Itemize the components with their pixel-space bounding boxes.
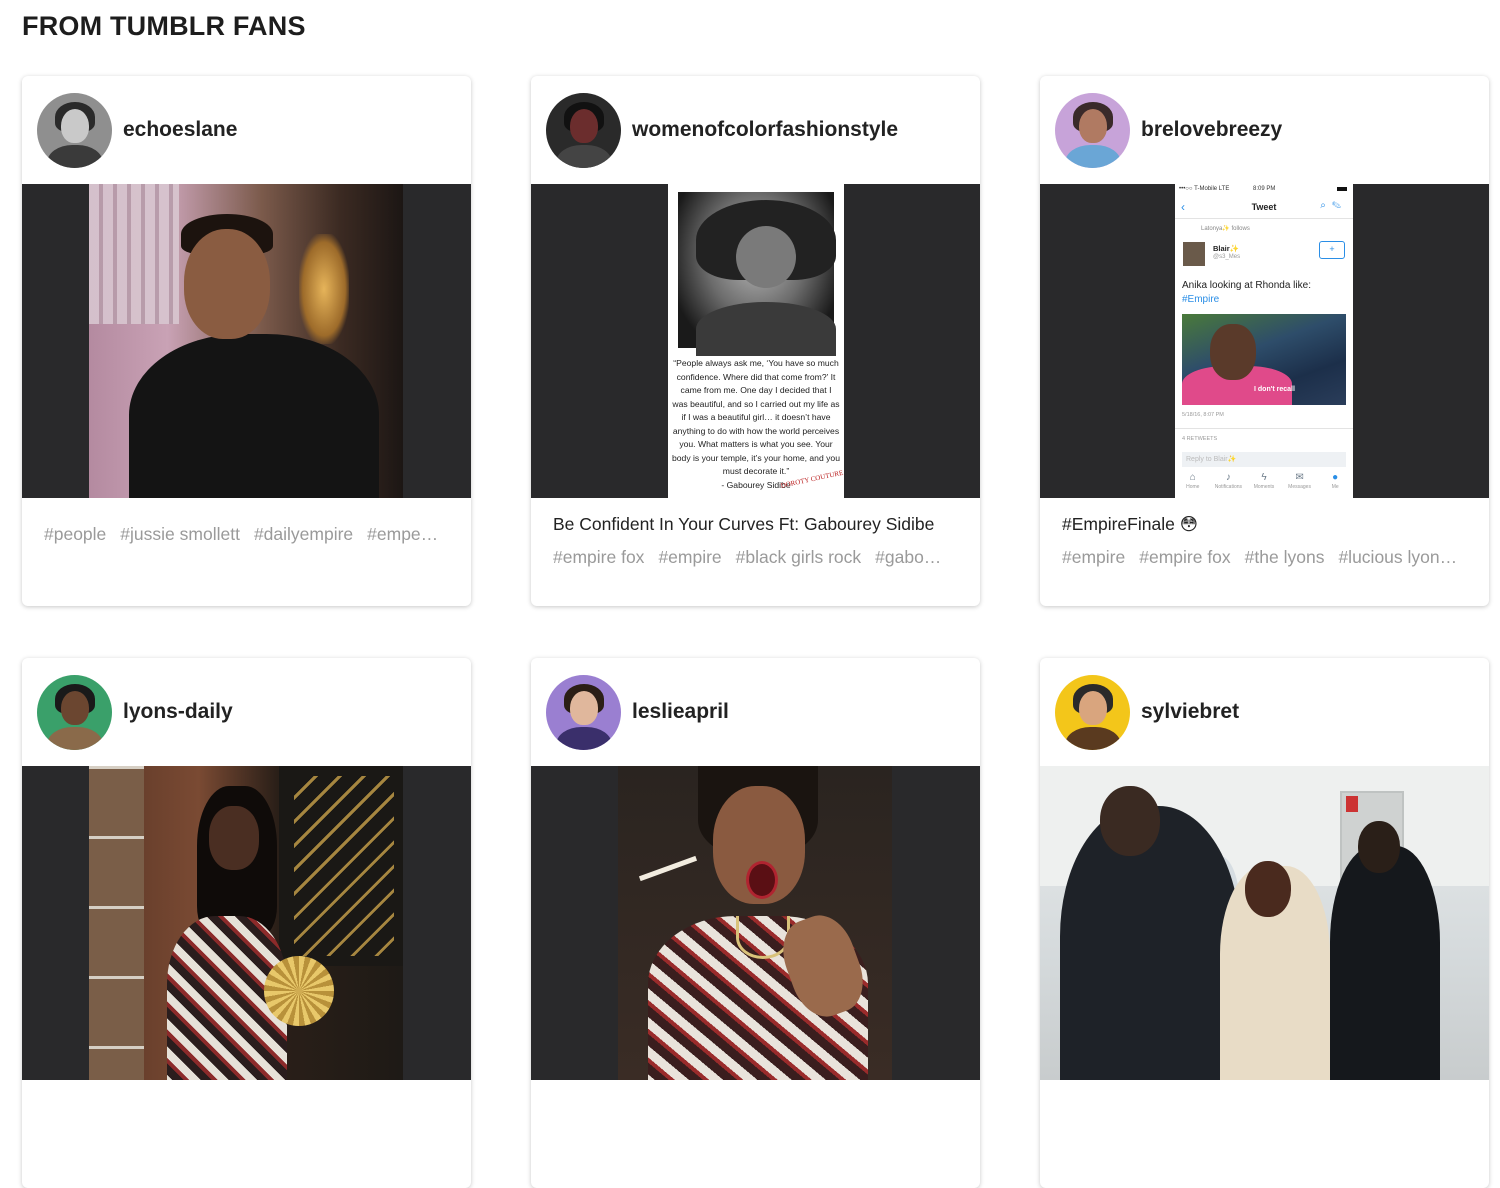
portrait-photo	[678, 192, 836, 356]
tag-link[interactable]: #the lyons	[1245, 547, 1325, 567]
tag-link[interactable]: #jussie smollett	[120, 524, 240, 544]
section-title: FROM TUMBLR FANS	[22, 11, 306, 41]
post-card-lyons-daily[interactable]: lyons-daily	[22, 658, 471, 1188]
post-card-womenofcolorfashionstyle[interactable]: womenofcolorfashionstyle “People always …	[531, 76, 980, 606]
post-photo	[89, 184, 403, 498]
tag-link[interactable]: #gabo…	[875, 547, 941, 567]
post-image[interactable]	[22, 184, 471, 498]
tweet-author-name: Blair✨	[1213, 244, 1240, 253]
tag-list: #people #jussie smollett #dailyempire #empe…	[44, 524, 449, 545]
post-image[interactable]	[1040, 766, 1489, 1080]
search-compose-icons: ⌕✎	[1320, 200, 1347, 211]
avatar[interactable]	[37, 92, 112, 168]
avatar[interactable]	[546, 674, 621, 750]
post-card-echoeslane[interactable]: echoeslane #people #jussie smollett #daily…	[22, 76, 471, 606]
avatar[interactable]	[546, 92, 621, 168]
username[interactable]: brelovebreezy	[1141, 118, 1282, 142]
bell-icon: ♪	[1225, 472, 1231, 483]
tag-link[interactable]: #empire fox	[553, 547, 644, 567]
tag-link[interactable]: #black girls rock	[736, 547, 861, 567]
me-tab: ● Me	[1320, 472, 1350, 496]
tweet-text: Anika looking at Rhonda like:	[1182, 280, 1311, 291]
post-card-sylviebret[interactable]: sylviebret	[1040, 658, 1489, 1188]
status-time: 8:09 PM	[1253, 186, 1276, 192]
follow-icon: +	[1319, 241, 1345, 259]
post-image[interactable]	[22, 766, 471, 1080]
reply-field: Reply to Blair✨	[1182, 452, 1346, 467]
username[interactable]: leslieapril	[632, 700, 729, 724]
envelope-icon: ✉	[1295, 472, 1304, 483]
tag-list: #empire fox #empire #black girls rock #gabo…	[553, 547, 958, 568]
tweet-author-avatar	[1183, 242, 1205, 266]
avatar[interactable]	[1055, 674, 1130, 750]
tag-link[interactable]: #people	[44, 524, 106, 544]
tag-link[interactable]: #empire fox	[1139, 547, 1230, 567]
quote-graphic: “People always ask me, ‘You have so much…	[668, 184, 844, 498]
post-caption: Be Confident In Your Curves Ft: Gabourey…	[553, 514, 935, 534]
post-header: lyons-daily	[22, 658, 471, 766]
tweet-image: I don't recall	[1182, 314, 1346, 405]
person-icon: ●	[1332, 472, 1339, 483]
username[interactable]: womenofcolorfashionstyle	[632, 118, 898, 142]
messages-tab: ✉ Messages	[1285, 472, 1315, 496]
post-caption: #EmpireFinale 😳	[1062, 514, 1198, 534]
post-header: brelovebreezy	[1040, 76, 1489, 184]
username[interactable]: lyons-daily	[123, 700, 233, 724]
username[interactable]: echoeslane	[123, 118, 237, 142]
home-icon: ⌂	[1189, 472, 1196, 483]
tweet-hashtag: #Empire	[1182, 294, 1220, 305]
battery-icon	[1337, 187, 1347, 191]
tag-link[interactable]: #empe…	[367, 524, 438, 544]
home-tab: ⌂ Home	[1178, 472, 1208, 496]
tweet-date: 5/18/16, 8:07 PM	[1182, 412, 1224, 418]
lightning-icon: ϟ	[1261, 472, 1267, 483]
post-card-leslieapril[interactable]: leslieapril	[531, 658, 980, 1188]
retweet-count: 4 RETWEETS	[1182, 436, 1218, 442]
post-header: womenofcolorfashionstyle	[531, 76, 980, 184]
post-image[interactable]: •••○○ T-Mobile LTE 8:09 PM ‹ Tweet ⌕✎ La…	[1040, 184, 1489, 498]
quote-body: “People always ask me, ‘You have so much…	[672, 358, 840, 476]
notifications-tab: ♪ Notifications	[1214, 472, 1242, 490]
quote-text: “People always ask me, ‘You have so much…	[672, 357, 840, 492]
tag-link[interactable]: #lucious lyon…	[1338, 547, 1457, 567]
username[interactable]: sylviebret	[1141, 700, 1239, 724]
tweet-screenshot: •••○○ T-Mobile LTE 8:09 PM ‹ Tweet ⌕✎ La…	[1175, 184, 1353, 498]
tag-link[interactable]: #empire	[658, 547, 721, 567]
carrier-text: •••○○ T-Mobile LTE	[1179, 186, 1230, 192]
post-image[interactable]	[531, 766, 980, 1080]
twitter-tab-bar: ⌂ Home ♪ Notifications ϟ Moments ✉ Messages …	[1175, 472, 1353, 496]
tweet-image-caption: I don't recall	[1254, 386, 1295, 393]
post-header: leslieapril	[531, 658, 980, 766]
avatar[interactable]	[1055, 92, 1130, 168]
post-header: sylviebret	[1040, 658, 1489, 766]
tag-link[interactable]: #dailyempire	[254, 524, 353, 544]
tag-list: #empire #empire fox #the lyons #lucious lyo…	[1062, 547, 1467, 568]
follows-text: Latonya✨ follows	[1201, 226, 1250, 232]
phone-status-bar: •••○○ T-Mobile LTE 8:09 PM	[1179, 186, 1349, 192]
tweet-author-handle: @s3_Mes	[1213, 254, 1241, 260]
post-photo	[1040, 766, 1489, 1080]
post-photo	[618, 766, 892, 1080]
post-card-brelovebreezy[interactable]: brelovebreezy •••○○ T-Mobile LTE 8:09 PM…	[1040, 76, 1489, 606]
avatar[interactable]	[37, 674, 112, 750]
tumblr-fan-posts-grid: echoeslane #people #jussie smollett #daily…	[22, 76, 1489, 1188]
moments-tab: ϟ Moments	[1249, 472, 1279, 496]
post-image[interactable]: “People always ask me, ‘You have so much…	[531, 184, 980, 498]
post-header: echoeslane	[22, 76, 471, 184]
post-photo	[89, 766, 403, 1080]
tag-link[interactable]: #empire	[1062, 547, 1125, 567]
